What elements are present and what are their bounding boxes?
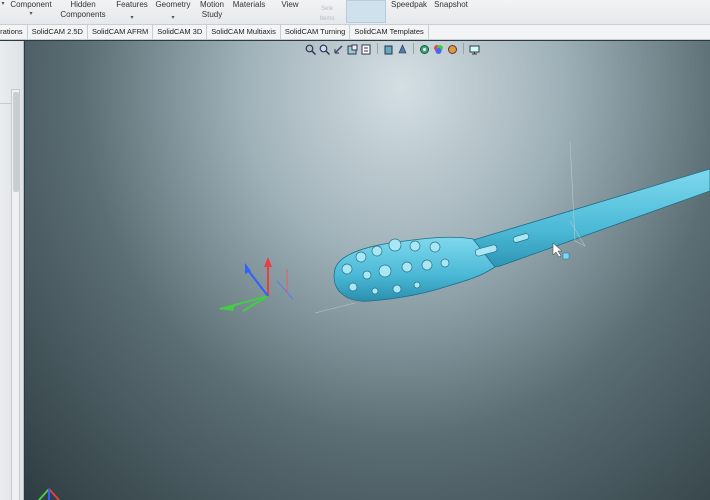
coordinate-triad [219,257,294,312]
ribbon-materials-button[interactable]: Materials [231,0,267,10]
zoom-area-icon[interactable] [319,42,331,56]
tab-solidcam-turning[interactable]: SolidCAM Turning [281,25,351,39]
toolbar-separator [463,43,464,54]
feature-manager-panel [0,41,24,500]
toolbar-separator [413,43,414,54]
ribbon-view-label: View [281,0,299,9]
view-settings-icon[interactable] [469,42,480,55]
ribbon-motion-study-button[interactable]: Motion Study [198,0,226,20]
ribbon-speedpak-button[interactable]: Speedpak [390,0,428,10]
ribbon-snapshot-button[interactable]: Snapshot [432,0,470,10]
display-style-icon[interactable] [397,42,408,54]
view-triad [38,488,60,500]
panel-scrollbar-thumb[interactable] [13,92,19,192]
chevron-down-icon: ▾ [171,15,175,21]
ribbon-hidden-components-label: Hidden Components [60,0,106,19]
ribbon-dim-label: Sele Items [319,6,335,22]
ribbon-features-button[interactable]: Features ▾ [115,0,149,22]
model-scene [38,140,710,500]
ribbon-geometry-label: Geometry [155,0,191,9]
ribbon-geometry-button[interactable]: Geometry ▾ [153,0,193,22]
chevron-down-icon: ▾ [29,11,33,17]
tab-solidcam-25d[interactable]: SolidCAM 2.5D [28,25,88,39]
ribbon-selected-button[interactable] [346,0,386,23]
ribbon-motion-study-label: Motion Study [199,0,224,19]
ribbon-dim-button: Sele Items [314,0,340,24]
chevron-down-icon: ▾ [130,15,134,21]
graphics-viewport[interactable] [25,41,710,500]
ribbon-features-label: Features [116,0,148,9]
command-manager-tabs: erations SolidCAM 2.5D SolidCAM AFRM Sol… [0,25,710,40]
tab-solidcam-templates[interactable]: SolidCAM Templates [350,25,429,39]
ribbon-speedpak-label: Speedpak [390,0,428,9]
ribbon-edge-caret[interactable]: ▾ [0,0,6,8]
tab-solidcam-3d[interactable]: SolidCAM 3D [153,25,208,39]
ribbon-view-button[interactable]: View [277,0,303,10]
hide-show-icon[interactable] [419,42,430,54]
section-view-icon[interactable] [347,42,358,55]
plate-shaft [464,168,710,274]
ribbon-component-button[interactable]: Component ▾ [8,0,54,18]
heads-up-view-toolbar [305,42,480,56]
ribbon-hidden-components-button[interactable]: Hidden Components [58,0,108,20]
edit-appearance-icon[interactable] [433,42,444,54]
tab-solidcam-multiaxis[interactable]: SolidCAM Multiaxis [207,25,281,39]
apply-scene-icon[interactable] [447,42,458,54]
cursor-marker [562,252,570,260]
ribbon: ▾ Component ▾ Hidden Components Features… [0,0,710,25]
ribbon-component-label: Component [10,0,52,9]
dynamic-annotation-icon[interactable] [361,42,372,55]
ribbon-snapshot-label: Snapshot [434,0,468,9]
toolbar-separator [377,43,378,54]
panel-scrollbar[interactable] [11,89,20,500]
tab-solidcam-afrm[interactable]: SolidCAM AFRM [88,25,154,39]
previous-view-icon[interactable] [333,42,344,54]
ribbon-materials-label: Materials [232,0,266,9]
tab-operations[interactable]: erations [0,25,28,39]
zoom-to-fit-icon[interactable] [305,42,317,56]
view-orientation-icon[interactable] [383,42,394,55]
